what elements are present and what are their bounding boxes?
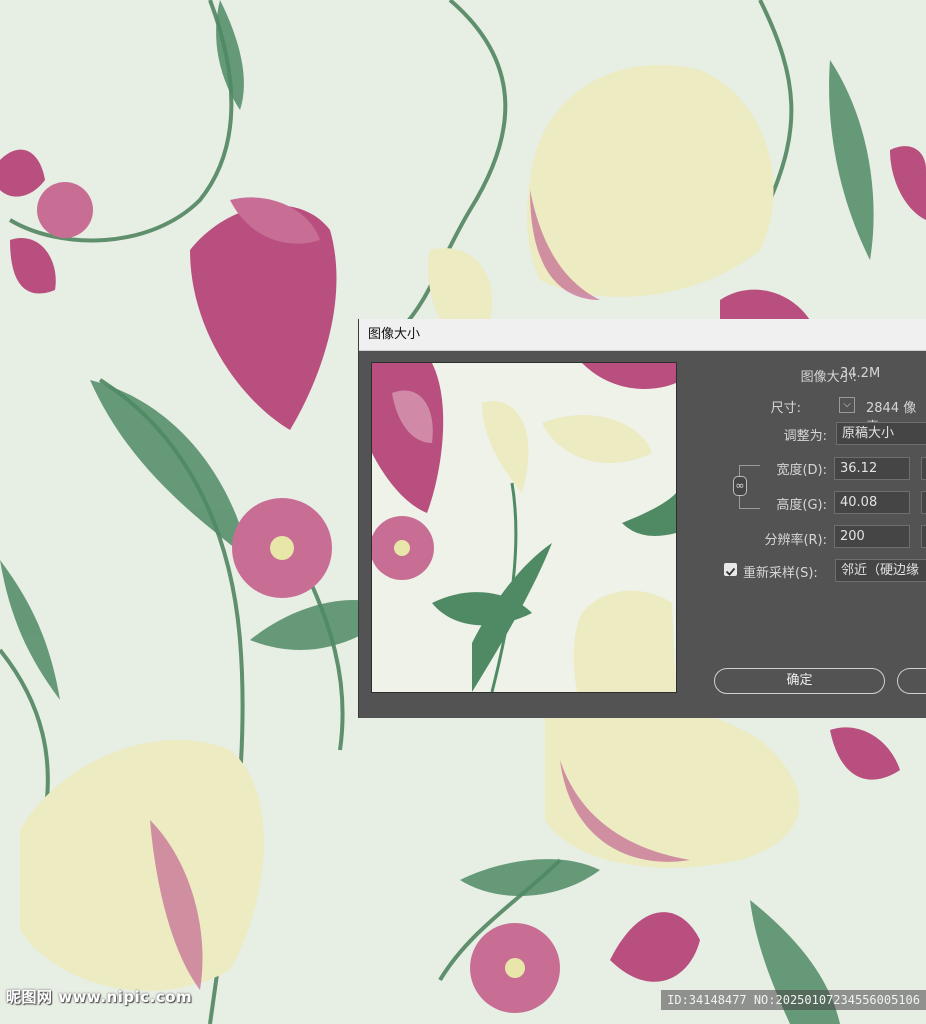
resolution-unit-select[interactable] (921, 525, 926, 548)
height-unit-select[interactable] (921, 491, 926, 514)
width-unit-select[interactable] (921, 457, 926, 480)
image-size-dialog: 图像大小 图像大小: 34.2M 尺寸: ⌵ 2844 像素 调整为: 原稿大小… (358, 319, 926, 718)
image-size-value: 34.2M (840, 366, 881, 381)
height-input[interactable]: 40.08 (834, 491, 910, 514)
fit-to-select[interactable]: 原稿大小 (836, 422, 926, 445)
fit-to-label: 调整为: (783, 429, 827, 444)
resolution-label: 分辨率(R): (764, 533, 827, 548)
checkmark-icon (725, 567, 736, 576)
dialog-title: 图像大小 (359, 319, 926, 351)
dimensions-dropdown-icon[interactable]: ⌵ (839, 397, 855, 413)
dimensions-label: 尺寸: (770, 401, 801, 416)
resample-checkbox[interactable] (724, 563, 737, 576)
width-input[interactable]: 36.12 (834, 457, 910, 480)
ok-button[interactable]: 确定 (714, 668, 885, 694)
cancel-button[interactable] (897, 668, 926, 694)
resample-label: 重新采样(S): (743, 566, 818, 581)
chain-link-icon[interactable]: ∞ (733, 476, 747, 496)
preview-image (372, 363, 676, 692)
height-label: 高度(G): (776, 498, 827, 513)
image-id-watermark: ID:34148477 NO:20250107234556005106 (661, 990, 926, 1010)
width-label: 宽度(D): (776, 463, 827, 478)
site-watermark: 昵图网 www.nipic.com (6, 988, 193, 1006)
resolution-input[interactable]: 200 (834, 525, 910, 548)
resample-method-select[interactable]: 邻近（硬边缘 (835, 559, 926, 582)
image-preview[interactable] (371, 362, 677, 693)
